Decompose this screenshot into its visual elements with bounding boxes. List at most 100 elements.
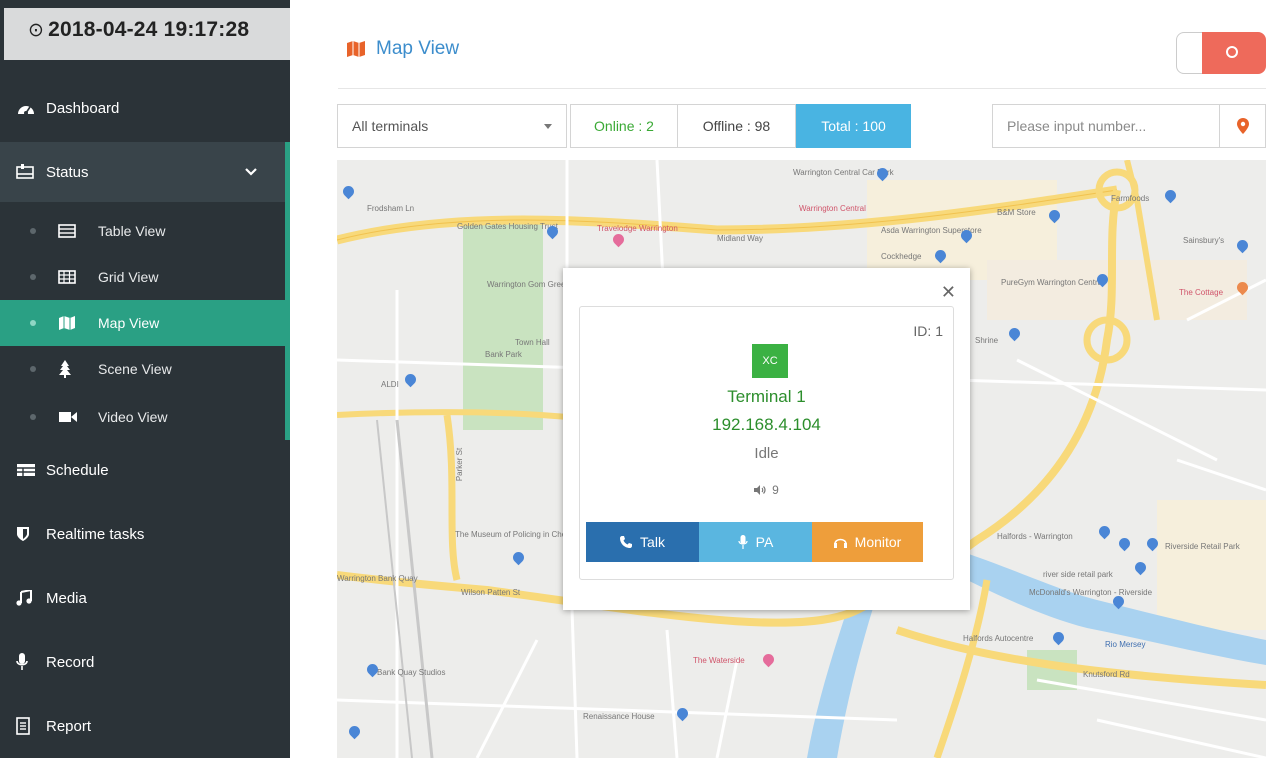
sidebar-item-realtime-tasks[interactable]: Realtime tasks [0,504,290,564]
bullet-dot [30,320,36,326]
bullet-dot [30,366,36,372]
talk-label: Talk [640,534,665,550]
map-label: Cockhedge [881,252,922,261]
locate-button[interactable] [1219,104,1266,148]
sidebar-subitem-label: Video View [98,409,168,425]
chevron-down-icon [245,164,257,181]
pa-label: PA [755,534,774,550]
map-icon [347,41,365,57]
sidebar-subitem-grid-view[interactable]: Grid View [0,254,285,300]
datetime-text: 2018-04-24 19:17:28 [48,18,250,41]
page-title: Map View [346,38,459,60]
map-label: Parker St [455,447,465,482]
datetime-display: ⊙ 2018-04-24 19:17:28 [4,8,290,60]
map-label: The Waterside [693,656,745,665]
monitor-button[interactable]: Monitor [812,522,923,562]
sidebar-item-media[interactable]: Media [0,568,290,628]
header-divider [338,88,1266,89]
dashboard-icon [16,100,46,116]
microphone-icon [16,653,46,671]
select-value: All terminals [352,118,429,134]
close-icon[interactable]: ✕ [941,282,956,303]
caret-down-icon [544,124,552,129]
map-label: Halfords - Warrington [997,532,1073,541]
terminal-name: Terminal 1 [727,387,806,406]
offline-count-button[interactable]: Offline : 98 [677,104,796,148]
headphones-icon [833,538,847,548]
map-label: Bank Park [485,350,522,359]
sidebar-subitem-label: Table View [98,223,166,239]
talk-button[interactable]: Talk [586,522,699,562]
terminal-card: ID: 1 XC Terminal 1 192.168.4.104 Idle 9… [579,306,954,580]
bullet-dot [30,274,36,280]
map-label: Frodsham Ln [367,204,415,213]
terminal-search-input[interactable] [992,104,1220,148]
map-label: Rio Mersey [1105,640,1146,649]
sidebar-item-label: Record [46,653,95,671]
status-submenu-indicator [285,142,290,440]
map-label: Wilson Patten St [461,588,521,597]
sidebar-subitem-table-view[interactable]: Table View [0,208,285,254]
terminal-volume: 9 [580,483,953,497]
sidebar-item-label: Realtime tasks [46,525,145,543]
volume-icon [754,485,766,495]
map-label: Town Hall [515,338,550,347]
map-label: B&M Store [997,208,1036,217]
sidebar-subitem-label: Map View [98,315,160,331]
sidebar-item-status[interactable]: Status [0,142,290,202]
map-label: Bank Quay Studios [377,668,446,677]
map-label: Knutsford Rd [1083,670,1130,679]
map-label: ALDI [381,380,399,389]
monitor-label: Monitor [854,534,902,550]
map-label: Warrington Bank Quay [337,574,418,583]
terminal-badge: XC [752,344,788,378]
report-icon [16,717,46,735]
map-label: The Cottage [1179,288,1224,297]
sidebar-subitem-map-view[interactable]: Map View [0,300,285,346]
map-label: Renaissance House [583,712,655,721]
map-label: river side retail park [1043,570,1113,579]
sidebar-subitem-label: Grid View [98,269,159,285]
grid-icon [58,270,98,284]
sidebar-item-label: Media [46,589,87,607]
sidebar-subitem-video-view[interactable]: Video View [0,394,285,440]
map-label: Farmfoods [1111,194,1150,203]
map-label: Shrine [975,336,999,345]
sidebar-item-label: Status [46,163,89,181]
sidebar-item-record[interactable]: Record [0,632,290,692]
online-count-button[interactable]: Online : 2 [570,104,678,148]
sidebar-item-report[interactable]: Report [0,696,290,756]
logout-toggle[interactable] [1176,30,1266,76]
sidebar-item-schedule[interactable]: Schedule [0,440,290,500]
clock-icon: ⊙ [28,20,45,41]
status-icon [16,164,46,180]
bullet-dot [30,414,36,420]
sidebar-item-dashboard[interactable]: Dashboard [0,78,290,138]
volume-value: 9 [772,483,779,497]
terminal-state: Idle [754,445,779,462]
toggle-on-section [1202,32,1266,74]
map-label: PureGym Warrington Central [1001,278,1104,287]
music-icon [16,590,46,606]
sidebar: ⊙ 2018-04-24 19:17:28 Dashboard Status Ta… [0,0,290,758]
microphone-icon [738,535,748,549]
phone-icon [620,536,633,548]
sidebar-item-label: Report [46,717,92,735]
video-icon [58,410,98,424]
terminal-ip: 192.168.4.104 [712,415,821,434]
sidebar-item-label: Schedule [46,461,109,479]
total-count-button[interactable]: Total : 100 [796,104,911,148]
map-label: McDonald's Warrington - Riverside [1029,588,1153,597]
page-title-text: Map View [376,38,460,59]
terminal-filter-select[interactable]: All terminals [337,104,567,148]
sidebar-subitem-label: Scene View [98,361,172,377]
bullet-dot [30,228,36,234]
map-icon [58,315,98,331]
schedule-icon [16,463,46,477]
pa-button[interactable]: PA [699,522,812,562]
location-pin-icon [1236,118,1249,134]
sidebar-subitem-scene-view[interactable]: Scene View [0,346,285,392]
map-label: Warrington Central [799,204,866,213]
power-icon [1226,46,1238,58]
tree-icon [58,360,98,378]
